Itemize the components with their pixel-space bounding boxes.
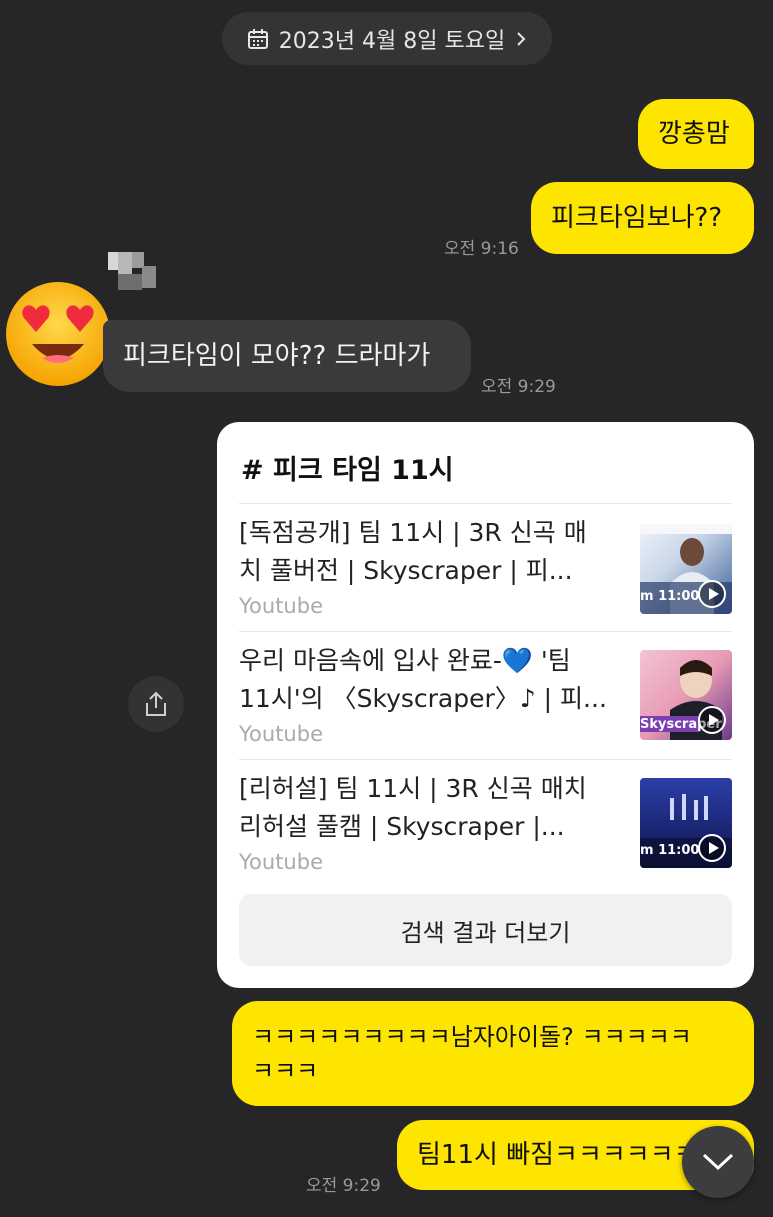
message-time: 오전 9:16 [444,239,519,259]
search-result-card: # 피크 타임 11시 [독점공개] 팀 11시 | 3R 신곡 매 치 풀버전… [217,422,754,988]
date-divider[interactable]: 2023년 4월 8일 토요일 [222,12,552,65]
result-title: 우리 마음속에 입사 완료-💙 '팀 11시'의 〈Skyscraper〉♪ |… [239,646,607,713]
video-thumbnail[interactable]: m 11:00 [640,778,732,868]
message-text: 피크타임이 모야?? 드라마가 [123,341,431,371]
video-thumbnail[interactable]: Skyscraper [640,650,732,740]
heart-eyes-emoji-avatar[interactable] [2,278,114,390]
chevron-down-icon [702,1153,734,1171]
video-thumbnail[interactable]: m 11:00 [640,524,732,614]
thumbnail-caption: m 11:00 [640,843,700,858]
date-label: 2023년 4월 8일 토요일 [278,28,506,54]
result-source: Youtube [239,850,323,874]
search-result-item[interactable]: 우리 마음속에 입사 완료-💙 '팀 11시'의 〈Skyscraper〉♪ |… [217,632,754,759]
share-button[interactable] [128,676,184,732]
my-message-bubble[interactable]: 깡총맘 [638,99,754,169]
result-source: Youtube [239,722,323,746]
their-message-bubble[interactable]: 피크타임이 모야?? 드라마가 [103,320,471,392]
chevron-right-icon [517,31,526,46]
my-message-bubble[interactable]: 피크타임보나?? [531,182,754,254]
share-icon [146,691,166,716]
play-icon [698,706,726,734]
scroll-to-bottom-button[interactable] [682,1126,754,1198]
message-text: 피크타임보나?? [551,203,723,233]
my-message-bubble[interactable]: ㅋㅋㅋㅋㅋㅋㅋㅋㅋ남자아이돌? ㅋㅋㅋㅋㅋ ㅋㅋㅋ [232,1001,754,1106]
card-title: # 피크 타임 11시 [241,455,454,486]
message-time: 오전 9:29 [481,377,556,397]
sender-name-blurred [108,252,156,296]
more-results-button[interactable]: 검색 결과 더보기 [239,894,732,966]
result-source: Youtube [239,594,323,618]
search-result-item[interactable]: [리허설] 팀 11시 | 3R 신곡 매치 리허설 풀캠 | Skyscrap… [217,760,754,887]
thumbnail-caption: m 11:00 [640,589,700,604]
play-icon [698,580,726,608]
result-title: [리허설] 팀 11시 | 3R 신곡 매치 리허설 풀캠 | Skyscrap… [239,774,587,841]
result-title: [독점공개] 팀 11시 | 3R 신곡 매 치 풀버전 | Skyscrape… [239,518,587,585]
play-icon [698,834,726,862]
message-text: 팀11시 빠짐ㅋㅋㅋㅋㅋㅋ [417,1140,698,1170]
search-result-item[interactable]: [독점공개] 팀 11시 | 3R 신곡 매 치 풀버전 | Skyscrape… [217,504,754,631]
calendar-icon [247,28,268,49]
message-text: ㅋㅋㅋㅋㅋㅋㅋㅋㅋ남자아이돌? ㅋㅋㅋㅋㅋ ㅋㅋㅋ [252,1022,692,1085]
message-text: 깡총맘 [658,119,730,149]
message-time: 오전 9:29 [306,1176,381,1196]
